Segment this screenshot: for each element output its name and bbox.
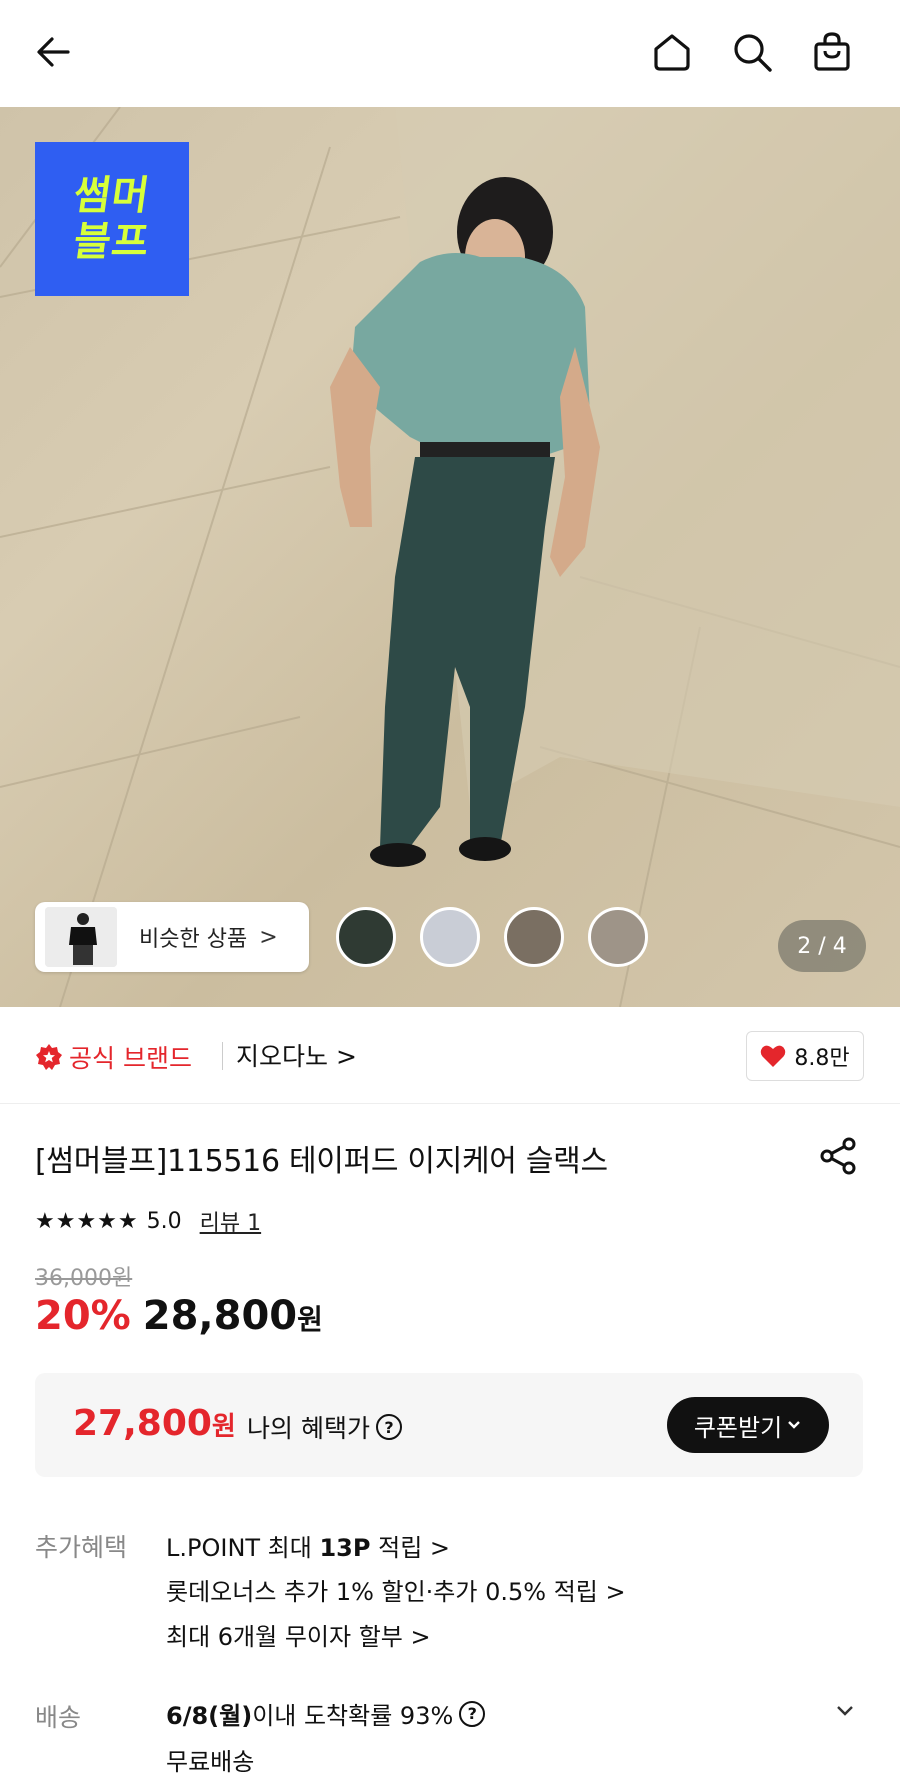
sale-price: 28,800	[142, 1293, 298, 1339]
free-shipping: 무료배송	[166, 1748, 255, 1776]
benefit-label-text: 나의 혜택가	[247, 1414, 370, 1443]
help-icon[interactable]: ?	[459, 1700, 486, 1727]
benefit-price: 27,800원	[73, 1403, 236, 1444]
chevron-down-icon	[788, 1421, 801, 1429]
shipping-date: 6/8(월)	[166, 1702, 253, 1730]
home-icon[interactable]	[648, 28, 696, 76]
product-title: [썸머블프]115516 테이퍼드 이지케어 슬랙스	[35, 1144, 608, 1179]
installment-benefit-link[interactable]: 최대 6개월 무이자 할부 >	[166, 1617, 431, 1652]
rating-stars: ★★★★★	[35, 1208, 139, 1234]
lpoint-points: 13P	[319, 1534, 371, 1562]
official-brand-label: 공식 브랜드	[69, 1044, 192, 1073]
price-row: 20% 28,800 원	[35, 1293, 323, 1339]
rating-row: ★★★★★ 5.0 리뷰 1	[35, 1205, 261, 1237]
brand-row: 공식 브랜드 지오다노 > 8.8만	[0, 1007, 900, 1104]
color-swatch-light-gray[interactable]	[420, 907, 480, 967]
lotte-owners-benefit-link[interactable]: 롯데오너스 추가 1% 할인·추가 0.5% 적립 >	[166, 1572, 626, 1607]
rating-score: 5.0	[146, 1208, 182, 1234]
color-swatch-brown[interactable]	[504, 907, 564, 967]
shipping-label: 배송	[35, 1703, 82, 1732]
chevron-down-icon[interactable]	[830, 1696, 860, 1726]
share-icon[interactable]	[814, 1132, 862, 1180]
top-navigation-bar	[0, 0, 900, 107]
similar-products-label: 비슷한 상품	[139, 927, 248, 952]
heart-icon	[761, 1045, 786, 1067]
shopping-bag-icon[interactable]	[808, 28, 856, 76]
lpoint-benefit-link[interactable]: L.POINT 최대 13P 적립 >	[166, 1528, 450, 1563]
price-unit: 원	[297, 1303, 323, 1336]
search-icon[interactable]	[728, 28, 776, 76]
color-swatch-taupe[interactable]	[588, 907, 648, 967]
similar-products-button[interactable]: 비슷한 상품 >	[35, 902, 309, 972]
coupon-button-label: 쿠폰받기	[693, 1413, 783, 1442]
benefit-label: 나의 혜택가 ?	[247, 1409, 402, 1445]
review-link[interactable]: 리뷰 1	[200, 1205, 261, 1237]
chevron-right-icon: >	[259, 924, 278, 950]
lpoint-prefix: L.POINT 최대	[166, 1534, 320, 1562]
benefit-price-box: 27,800원 나의 혜택가 ? 쿠폰받기	[35, 1373, 863, 1477]
help-icon[interactable]: ?	[375, 1414, 402, 1440]
promo-badge-line1: 썸머	[70, 173, 154, 219]
discount-rate: 20%	[35, 1293, 131, 1339]
product-image-carousel[interactable]: 썸머 블프 비슷한 상품 > 2 / 4	[0, 107, 900, 1007]
promo-badge: 썸머 블프	[35, 142, 189, 296]
benefit-price-unit: 원	[211, 1412, 236, 1442]
similar-product-thumbnail	[45, 907, 117, 967]
shipping-probability: 이내 도착확률 93%	[252, 1702, 454, 1730]
shipping-estimate: 6/8(월) 이내 도착확률 93% ?	[166, 1696, 486, 1731]
original-price: 36,000원	[35, 1266, 133, 1291]
arrow-left-icon[interactable]	[30, 28, 78, 76]
benefit-price-value: 27,800	[73, 1403, 212, 1444]
like-button[interactable]: 8.8만	[746, 1031, 864, 1081]
color-swatch-dark-green[interactable]	[336, 907, 396, 967]
image-counter: 2 / 4	[778, 920, 866, 972]
brand-link[interactable]: 지오다노 >	[236, 1037, 357, 1073]
divider	[222, 1042, 223, 1070]
official-badge-icon	[36, 1044, 62, 1070]
lpoint-suffix: 적립 >	[370, 1534, 451, 1562]
like-count: 8.8만	[794, 1046, 850, 1071]
extra-benefits-label: 추가혜택	[35, 1533, 128, 1562]
promo-badge-line2: 블프	[70, 219, 154, 265]
coupon-button[interactable]: 쿠폰받기	[667, 1397, 829, 1453]
official-brand-badge: 공식 브랜드	[35, 1039, 192, 1075]
